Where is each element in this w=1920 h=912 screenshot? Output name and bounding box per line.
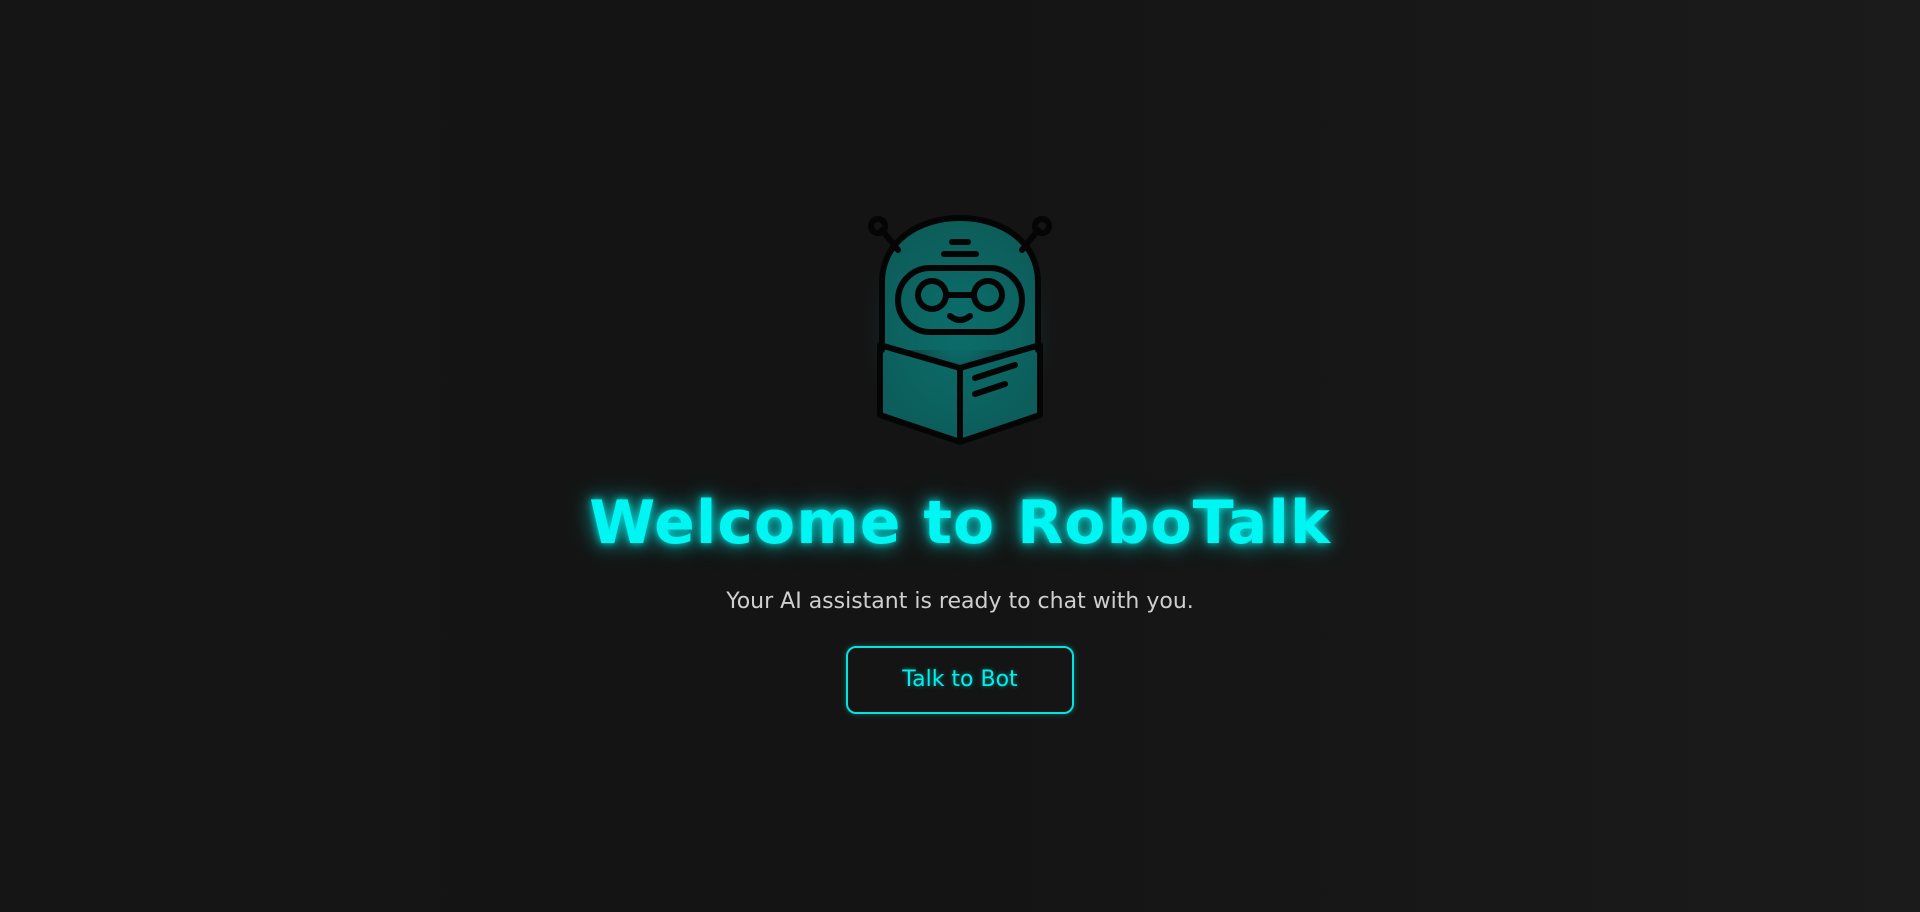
talk-to-bot-button[interactable]: Talk to Bot [846,646,1074,714]
page-title: Welcome to RoboTalk [589,488,1331,558]
robot-reading-book-icon [860,210,1060,450]
page-subtitle: Your AI assistant is ready to chat with … [726,589,1194,614]
welcome-hero: Welcome to RoboTalk Your AI assistant is… [0,0,1920,912]
